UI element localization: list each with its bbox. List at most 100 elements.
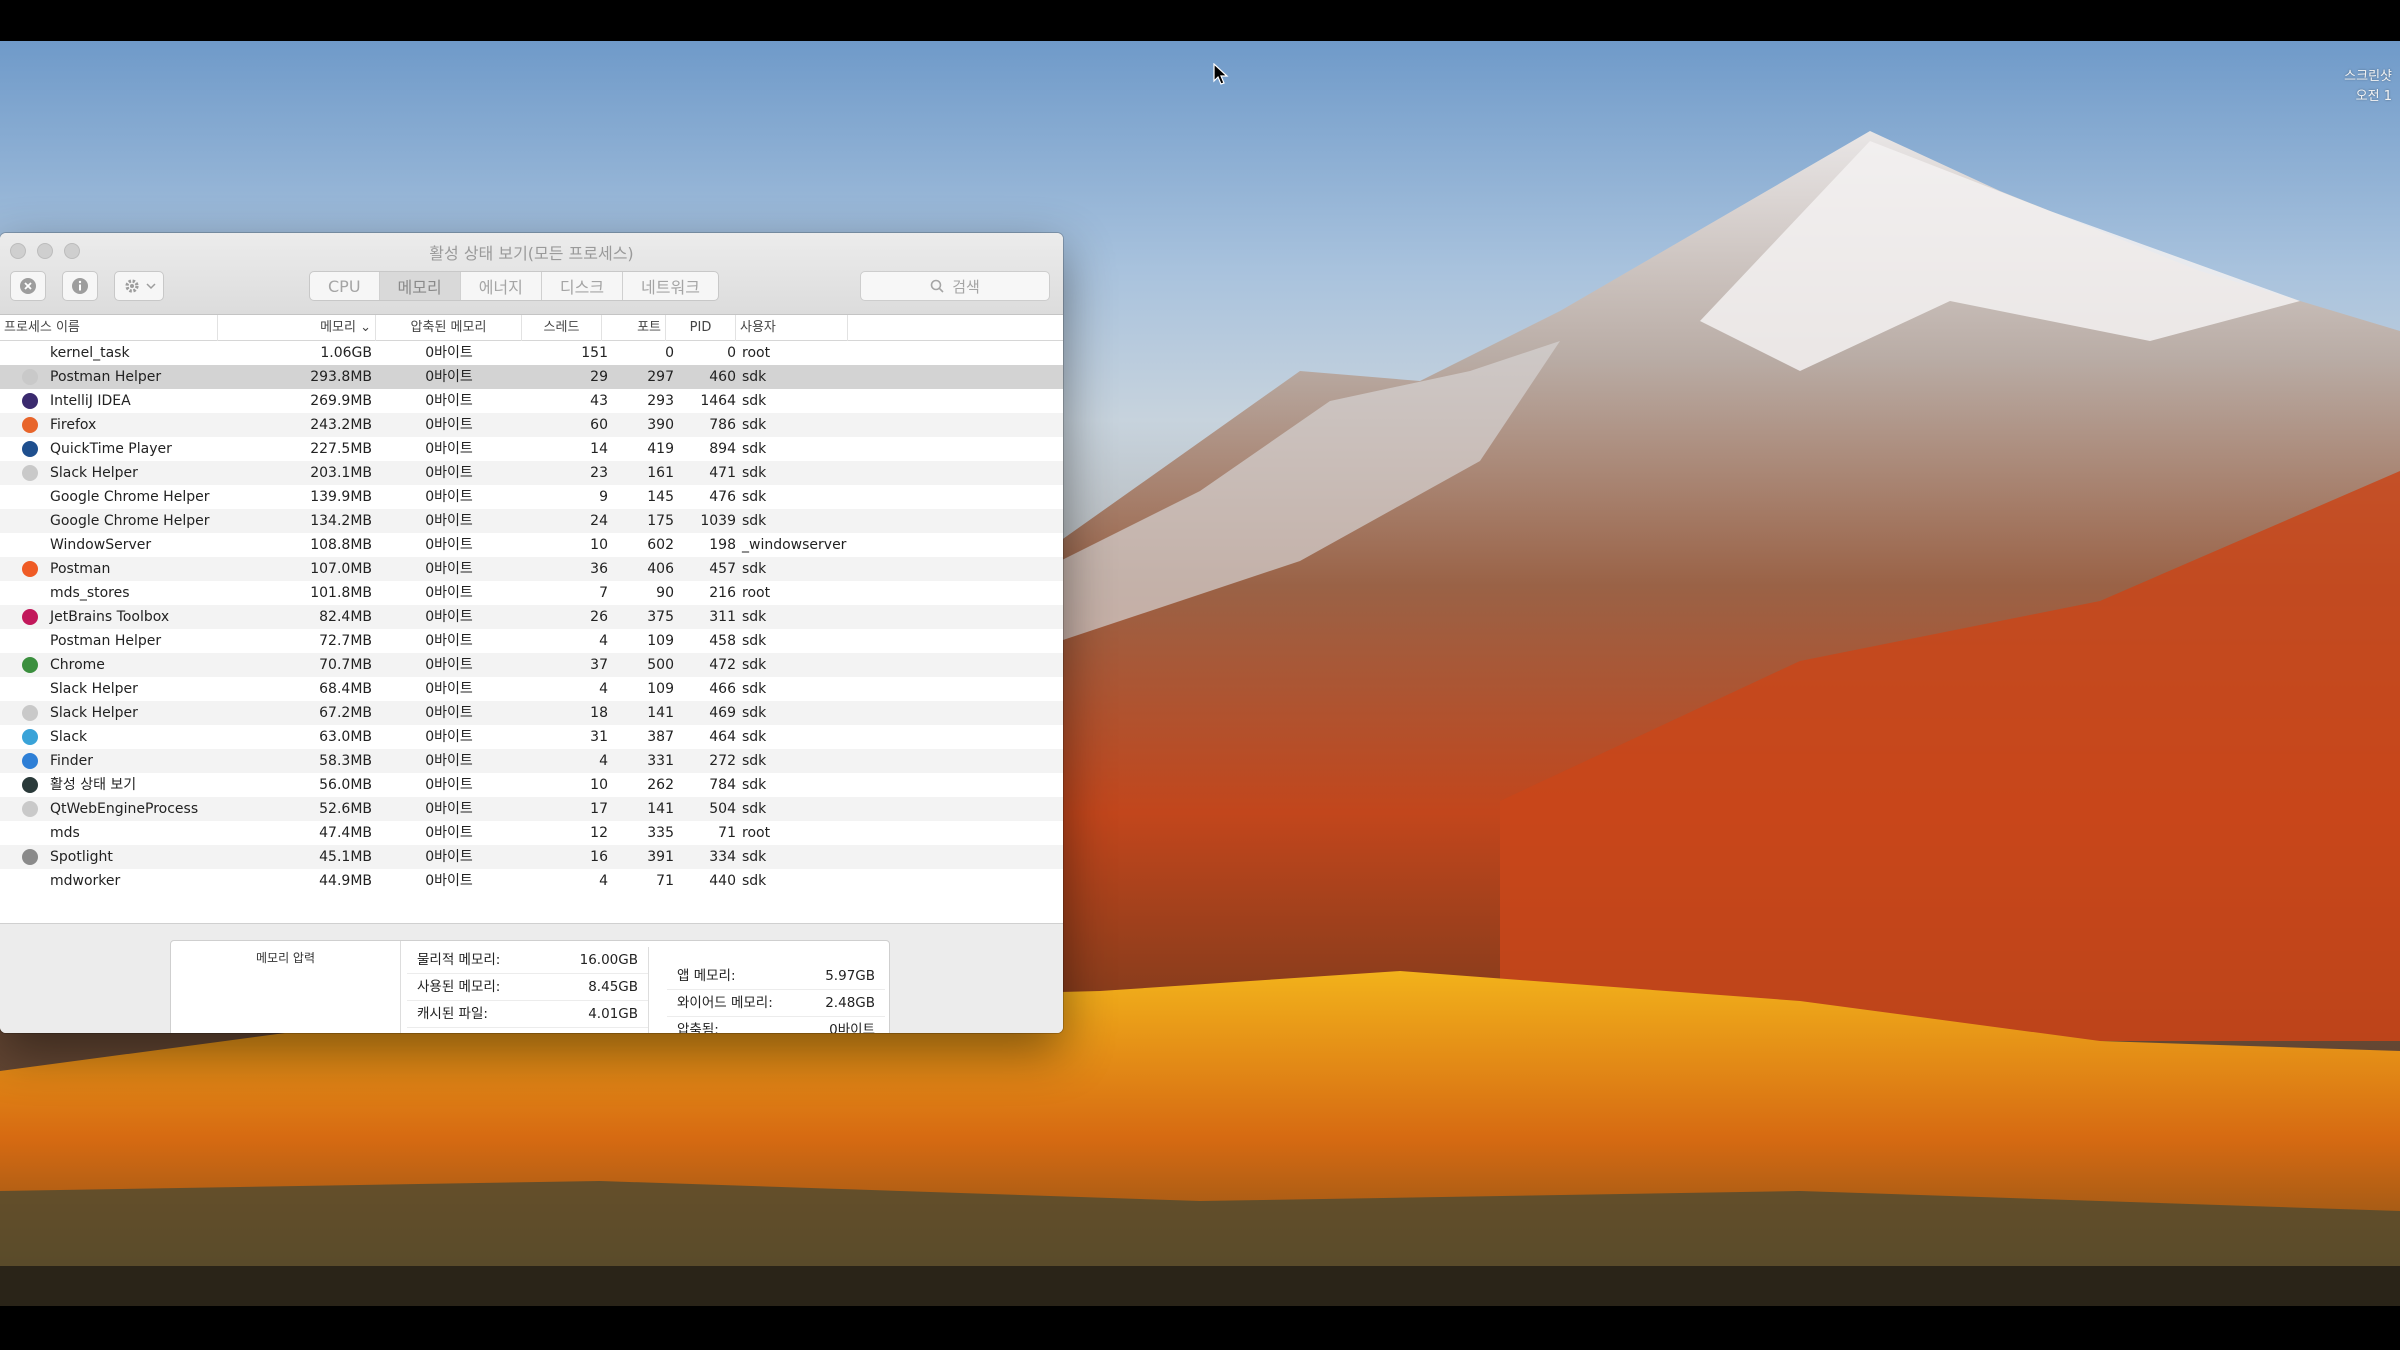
quit-process-button[interactable] — [10, 271, 46, 301]
column-threads[interactable]: 스레드 — [522, 315, 602, 341]
cell-pid: 464 — [709, 729, 736, 745]
cell-pid: 216 — [709, 585, 736, 601]
table-row[interactable]: JetBrains Toolbox 82.4MB 0바이트 26 375 311 sdk — [0, 605, 1063, 629]
cell-process-name: WindowServer — [50, 537, 152, 553]
generic-app-icon — [22, 801, 38, 817]
table-row[interactable]: QuickTime Player 227.5MB 0바이트 14 419 894 sdk — [0, 437, 1063, 461]
cell-pid: 311 — [709, 609, 736, 625]
cell-process-name: Google Chrome Helper — [50, 513, 210, 529]
table-row[interactable]: Slack Helper 68.4MB 0바이트 4 109 466 sdk — [0, 677, 1063, 701]
table-row[interactable]: mds 47.4MB 0바이트 12 335 71 root — [0, 821, 1063, 845]
table-row[interactable]: Slack 63.0MB 0바이트 31 387 464 sdk — [0, 725, 1063, 749]
table-row[interactable]: Slack Helper 203.1MB 0바이트 23 161 471 sdk — [0, 461, 1063, 485]
cell-process-name: Postman Helper — [50, 633, 162, 649]
cell-threads: 12 — [590, 825, 608, 841]
table-row[interactable]: mdworker 44.9MB 0바이트 4 71 440 sdk — [0, 869, 1063, 893]
tab-memory[interactable]: 메모리 — [379, 272, 461, 300]
cell-pid: 1039 — [700, 513, 736, 529]
gear-icon — [124, 279, 139, 293]
column-ports[interactable]: 포트 — [602, 315, 666, 341]
cell-compressed: 0바이트 — [425, 633, 473, 649]
activity-monitor-window: 활성 상태 보기(모든 프로세스) CPU 메모리 에너지 디스크 네트워크 검… — [0, 233, 1063, 1033]
table-row[interactable]: IntelliJ IDEA 269.9MB 0바이트 43 293 1464 sdk — [0, 389, 1063, 413]
cell-ports: 387 — [647, 729, 674, 745]
cell-compressed: 0바이트 — [425, 465, 473, 481]
cell-pid: 471 — [709, 465, 736, 481]
cell-compressed: 0바이트 — [425, 585, 473, 601]
cell-pid: 460 — [709, 369, 736, 385]
spotlight-icon — [22, 849, 38, 865]
cell-compressed: 0바이트 — [425, 441, 473, 457]
memory-stat-label: 압축됨: — [677, 1022, 719, 1033]
memory-stat-row: 사용된 메모리: 8.45GB — [407, 974, 648, 1001]
table-row[interactable]: WindowServer 108.8MB 0바이트 10 602 198 _windowse… — [0, 533, 1063, 557]
cell-memory: 72.7MB — [319, 633, 372, 649]
table-row[interactable]: 활성 상태 보기 56.0MB 0바이트 10 262 784 sdk — [0, 773, 1063, 797]
tab-energy[interactable]: 에너지 — [461, 272, 542, 300]
tab-cpu[interactable]: CPU — [310, 272, 380, 300]
titlebar: 활성 상태 보기(모든 프로세스) CPU 메모리 에너지 디스크 네트워크 검… — [0, 233, 1063, 315]
memory-stat-value: 0바이트 — [592, 1028, 638, 1033]
cell-process-name: mds — [50, 825, 80, 841]
cell-memory: 269.9MB — [310, 393, 372, 409]
tab-disk[interactable]: 디스크 — [542, 272, 624, 300]
memory-stat-row: 물리적 메모리: 16.00GB — [407, 947, 648, 974]
table-row[interactable]: kernel_task 1.06GB 0바이트 151 0 0 root — [0, 341, 1063, 365]
cell-ports: 175 — [647, 513, 674, 529]
cell-memory: 63.0MB — [319, 729, 372, 745]
cell-user: sdk — [742, 609, 767, 625]
cell-memory: 70.7MB — [319, 657, 372, 673]
cell-pid: 457 — [709, 561, 736, 577]
cell-threads: 151 — [581, 345, 608, 361]
cell-threads: 17 — [590, 801, 608, 817]
table-row[interactable]: Slack Helper 67.2MB 0바이트 18 141 469 sdk — [0, 701, 1063, 725]
table-row[interactable]: Chrome 70.7MB 0바이트 37 500 472 sdk — [0, 653, 1063, 677]
cell-threads: 29 — [590, 369, 608, 385]
cell-memory: 134.2MB — [310, 513, 372, 529]
cell-user: root — [742, 345, 771, 361]
table-row[interactable]: Postman 107.0MB 0바이트 36 406 457 sdk — [0, 557, 1063, 581]
table-row[interactable]: Firefox 243.2MB 0바이트 60 390 786 sdk — [0, 413, 1063, 437]
cell-memory: 58.3MB — [319, 753, 372, 769]
generic-app-icon — [22, 369, 38, 385]
inspect-process-button[interactable] — [62, 271, 98, 301]
cell-compressed: 0바이트 — [425, 729, 473, 745]
cell-process-name: Google Chrome Helper — [50, 489, 210, 505]
cell-threads: 4 — [599, 633, 608, 649]
cell-user: sdk — [742, 441, 767, 457]
memory-stat-row: 압축됨: 0바이트 — [667, 1017, 885, 1033]
cell-memory: 56.0MB — [319, 777, 372, 793]
cell-user: sdk — [742, 393, 767, 409]
cell-threads: 36 — [590, 561, 608, 577]
cell-threads: 26 — [590, 609, 608, 625]
cell-compressed: 0바이트 — [425, 393, 473, 409]
cell-threads: 4 — [599, 873, 608, 889]
cell-process-name: Spotlight — [50, 849, 113, 865]
tab-network[interactable]: 네트워크 — [623, 272, 718, 300]
column-process-name[interactable]: 프로세스 이름 — [0, 315, 218, 341]
column-memory[interactable]: 메모리 ⌄ — [218, 315, 376, 341]
table-row[interactable]: Postman Helper 293.8MB 0바이트 29 297 460 sdk — [0, 365, 1063, 389]
table-row[interactable]: Spotlight 45.1MB 0바이트 16 391 334 sdk — [0, 845, 1063, 869]
cell-pid: 469 — [709, 705, 736, 721]
cell-compressed: 0바이트 — [425, 513, 473, 529]
cell-pid: 784 — [709, 777, 736, 793]
table-row[interactable]: mds_stores 101.8MB 0바이트 7 90 216 root — [0, 581, 1063, 605]
table-row[interactable]: Finder 58.3MB 0바이트 4 331 272 sdk — [0, 749, 1063, 773]
table-row[interactable]: Postman Helper 72.7MB 0바이트 4 109 458 sdk — [0, 629, 1063, 653]
quicktime-icon — [22, 441, 38, 457]
memory-stats-panel: 메모리 압력 물리적 메모리: 16.00GB 사용된 메모리: 8.45GB 캐시된 … — [170, 940, 890, 1033]
column-pid[interactable]: PID — [666, 315, 736, 341]
cell-process-name: mdworker — [50, 873, 121, 889]
column-compressed-memory[interactable]: 압축된 메모리 — [376, 315, 522, 341]
search-input[interactable]: 검색 — [860, 271, 1050, 301]
cell-threads: 23 — [590, 465, 608, 481]
cell-user: sdk — [742, 705, 767, 721]
action-menu-button[interactable] — [114, 271, 164, 301]
table-row[interactable]: QtWebEngineProcess 52.6MB 0바이트 17 141 504 sdk — [0, 797, 1063, 821]
memory-stat-value: 8.45GB — [588, 979, 638, 995]
column-user[interactable]: 사용자 — [736, 315, 848, 341]
table-row[interactable]: Google Chrome Helper 134.2MB 0바이트 24 175 1039… — [0, 509, 1063, 533]
cell-user: root — [742, 585, 771, 601]
table-row[interactable]: Google Chrome Helper 139.9MB 0바이트 9 145 476 sd… — [0, 485, 1063, 509]
